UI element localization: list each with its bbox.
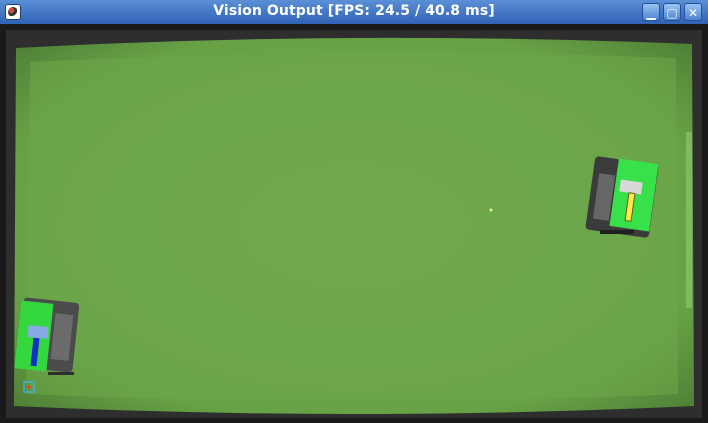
play-area: [26, 52, 678, 402]
right-goal-wall: [686, 132, 692, 308]
camera-scene: [0, 24, 708, 423]
robot-right: [585, 156, 659, 238]
marker-dot: [27, 385, 31, 389]
vision-output-window: Vision Output [FPS: 24.5 / 40.8 ms] ▁ ▢ …: [0, 0, 708, 423]
minimize-button[interactable]: ▁: [642, 3, 660, 21]
robot-left: [14, 297, 80, 375]
maximize-button[interactable]: ▢: [663, 3, 681, 21]
center-mark: [489, 208, 493, 212]
window-title: Vision Output [FPS: 24.5 / 40.8 ms]: [213, 3, 495, 19]
camera-view[interactable]: [0, 24, 708, 423]
title-bar[interactable]: Vision Output [FPS: 24.5 / 40.8 ms] ▁ ▢ …: [0, 0, 708, 25]
close-button[interactable]: ✕: [684, 3, 702, 21]
